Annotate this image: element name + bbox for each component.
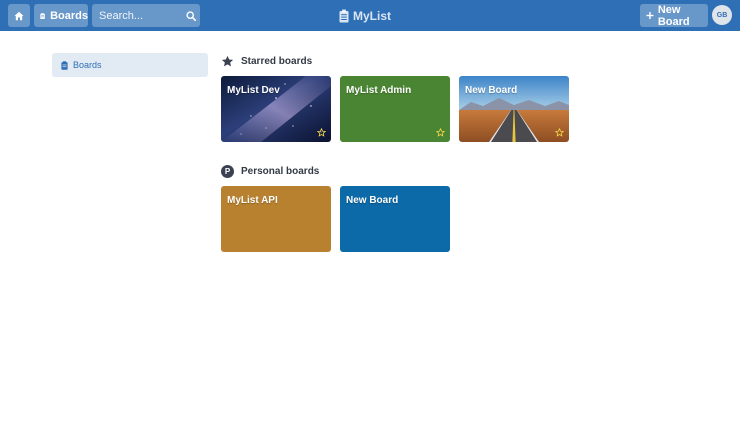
brand-name: MyList [353,8,392,23]
sidebar-item-label: Boards [73,60,102,70]
star-outline-icon[interactable] [555,128,564,137]
board-title: MyList Admin [346,85,412,96]
user-avatar[interactable]: GB [712,5,732,25]
board-tile-mylist-admin[interactable]: MyList Admin [340,76,450,142]
board-title: MyList API [227,195,278,206]
clipboard-logo-icon [339,9,349,22]
star-icon [221,55,234,66]
board-tile-new-board-personal[interactable]: New Board [340,186,450,252]
search-placeholder: Search... [99,9,144,22]
search-input[interactable]: Search... [92,4,200,27]
clipboard-icon [40,12,45,19]
board-title: New Board [465,85,518,96]
board-title: MyList Dev [227,85,280,96]
boards-button[interactable]: Boards [34,4,88,27]
sidebar-item-boards[interactable]: Boards [52,53,208,77]
board-tile-mylist-dev[interactable]: MyList Dev [221,76,331,142]
star-outline-icon[interactable] [317,128,326,137]
starred-boards-heading: Starred boards [221,53,312,69]
section-title: Personal boards [241,165,320,177]
board-tile-new-board-starred[interactable]: New Board [459,76,569,142]
search-icon[interactable] [182,10,200,21]
top-navbar: Boards Search... MyList New Board GB [0,0,740,31]
new-board-button[interactable]: New Board [640,3,708,28]
section-title: Starred boards [241,55,313,67]
board-tile-mylist-api[interactable]: MyList API [221,186,331,252]
board-title: New Board [346,195,399,206]
home-button[interactable] [8,4,30,27]
personal-boards-heading: P Personal boards [221,163,319,179]
app-logo[interactable]: MyList [339,7,391,24]
avatar-initials: GB [716,11,728,19]
personal-badge-icon: P [221,164,234,178]
clipboard-icon [61,60,68,70]
new-board-label: New Board [657,3,690,28]
plus-icon [646,12,654,19]
boards-button-label: Boards [50,9,88,22]
home-icon [14,11,24,20]
star-outline-icon[interactable] [436,128,445,137]
